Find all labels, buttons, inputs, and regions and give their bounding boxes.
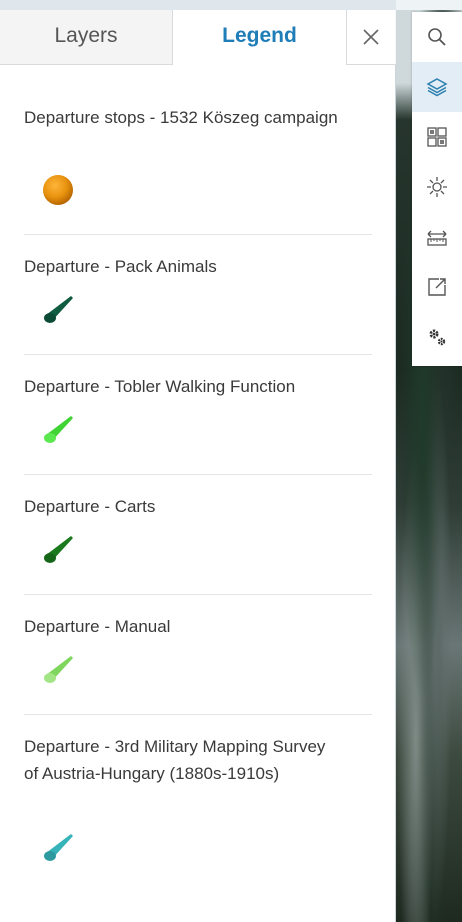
green-cone-symbol bbox=[44, 536, 73, 563]
daylight-icon bbox=[427, 177, 447, 197]
orange-circle-symbol bbox=[43, 175, 73, 205]
layers-icon bbox=[426, 78, 448, 97]
map-toolbar bbox=[412, 12, 462, 366]
legend-item: Departure - Carts bbox=[24, 493, 372, 595]
legend-item-label: Departure - Carts bbox=[24, 497, 156, 516]
settings-icon bbox=[429, 329, 446, 346]
close-button[interactable] bbox=[346, 10, 395, 64]
legend-item: Departure - Pack Animals bbox=[24, 253, 372, 355]
search-button[interactable] bbox=[412, 12, 462, 62]
legend-item-label: Departure - Manual bbox=[24, 617, 171, 636]
settings-button[interactable] bbox=[412, 312, 462, 362]
light-green-cone-symbol bbox=[44, 656, 73, 683]
share-button[interactable] bbox=[412, 262, 462, 312]
close-icon bbox=[363, 29, 379, 45]
daylight-button[interactable] bbox=[412, 162, 462, 212]
search-icon bbox=[428, 28, 446, 46]
bright-green-cone-symbol bbox=[44, 416, 73, 443]
legend-item: Departure - Manual bbox=[24, 613, 372, 715]
legend-item-label: Departure stops - 1532 Köszeg campaign bbox=[24, 108, 338, 127]
legend-panel: Layers Legend Departure stops - 1532 Kös… bbox=[0, 10, 396, 922]
basemap-gallery-icon bbox=[427, 127, 447, 147]
layers-button[interactable] bbox=[412, 62, 462, 112]
share-icon bbox=[428, 278, 446, 296]
measure-button[interactable] bbox=[412, 212, 462, 262]
legend-item-label: Departure - Pack Animals bbox=[24, 257, 217, 276]
map-top-strip bbox=[396, 0, 462, 10]
tab-legend[interactable]: Legend bbox=[173, 10, 346, 65]
legend-item-label: Departure - 3rd Military Mapping Survey … bbox=[24, 737, 326, 783]
legend-item: Departure stops - 1532 Köszeg campaign bbox=[24, 104, 372, 235]
basemap-gallery-button[interactable] bbox=[412, 112, 462, 162]
measure-icon bbox=[427, 230, 447, 246]
teal-cone-symbol bbox=[44, 834, 73, 861]
legend-item-label: Departure - Tobler Walking Function bbox=[24, 377, 296, 396]
panel-tabs: Layers Legend bbox=[0, 10, 396, 65]
legend-item: Departure - 3rd Military Mapping Survey … bbox=[24, 733, 372, 868]
dark-green-cone-symbol bbox=[44, 296, 73, 323]
legend-item: Departure - Tobler Walking Function bbox=[24, 373, 372, 475]
tab-layers[interactable]: Layers bbox=[0, 10, 173, 64]
